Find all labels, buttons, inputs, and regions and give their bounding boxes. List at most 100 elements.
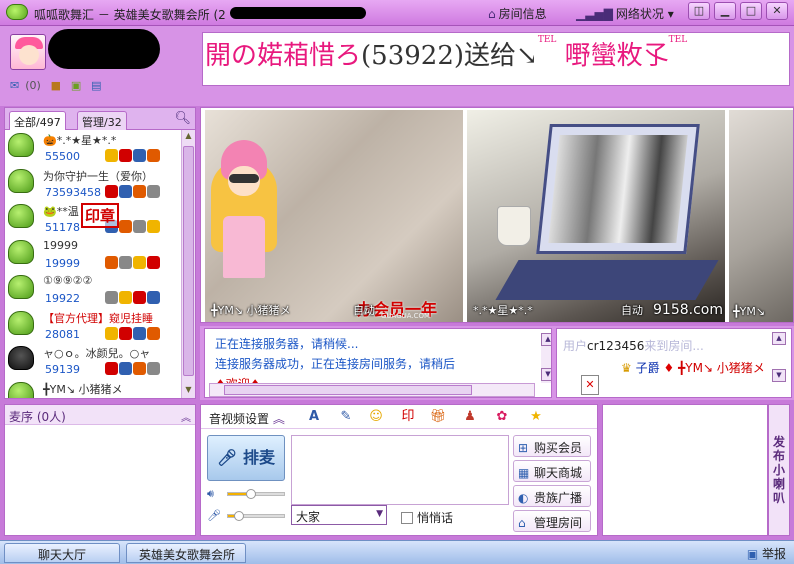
collapse-icon[interactable]: ︽ [181, 409, 191, 424]
video-slot-2[interactable]: *.*★星★*.* 自动 9158.com [467, 110, 725, 322]
mail-icon[interactable]: ✉ [10, 79, 19, 92]
close-button[interactable]: ✕ [766, 2, 788, 20]
scroll-thumb[interactable] [183, 146, 194, 376]
entrant-name[interactable]: ╋YM↘ 小猪猪メ [678, 361, 765, 375]
broken-image-icon: ✕ [581, 375, 599, 395]
manage-room-button[interactable]: ⌂ 管理房间 [513, 510, 591, 532]
buy-membership-button[interactable]: ⊞ 购买会员 [513, 435, 591, 457]
queue-for-mic-button[interactable]: 🎤︎ 排麦 [207, 435, 285, 481]
tab-room[interactable]: 英雄美女歌舞会所 [126, 543, 246, 563]
public-chat[interactable]: 正在连接服务器，请稍候... 连接服务器成功，正在连接房间服务，请稍后 ♦欢迎♦… [204, 328, 552, 398]
user-id: 19999 [45, 256, 80, 270]
scroll-up-icon[interactable]: ▲ [541, 333, 551, 346]
avatar-face [19, 45, 39, 65]
badge-icon [119, 326, 132, 340]
broadcast-icon: ◐ [518, 491, 529, 505]
seal-icon[interactable]: 印 [399, 408, 417, 426]
home-icon: ⌂ [518, 516, 526, 530]
public-chat-hscroll[interactable] [209, 383, 535, 397]
home-icon: ⌂ [488, 7, 496, 21]
av-settings-label: 音视频设置 [209, 412, 270, 426]
flower-icon[interactable]: ✿ [493, 408, 511, 426]
user-name: 19999 [43, 238, 78, 252]
user-id: 28081 [45, 327, 80, 341]
list-item[interactable]: ャ○ｏ。冰颜兒。○ャ 59139 [5, 343, 183, 379]
volume-track[interactable] [227, 489, 285, 499]
chat-input[interactable] [291, 435, 509, 505]
badge-icon [119, 149, 132, 162]
user-name: 【官方代理】窥児挂睡 [43, 311, 153, 325]
speaker-volume[interactable]: 🔊︎ [207, 487, 287, 501]
scroll-up-icon[interactable]: ▲ [183, 131, 194, 143]
list-item[interactable]: 为你守护一生（爱你） 73593458 [5, 166, 183, 202]
user-list-scrollbar[interactable]: ▲ ▼ [181, 130, 195, 398]
video-slot-1[interactable]: 办会员一年 ╋YM↘ 小猪猪メ 自动 GUAGUA.COM [205, 110, 463, 322]
avatar[interactable] [10, 34, 46, 70]
user-header: ✉ (0) ■ ▣ ▤ 開の婼葙惜ろ(53922)送给↘TEL 嘢蠻敉孓TEL [0, 26, 794, 106]
star-icon[interactable]: ★ [527, 408, 545, 426]
header-icon-row: ✉ (0) ■ ▣ ▤ [10, 78, 108, 92]
maximize-button[interactable]: □ [740, 2, 762, 20]
list-item[interactable]: 🎃*.*★星★*.* 55500 [5, 130, 183, 166]
mic-volume-track[interactable] [227, 511, 285, 521]
video-slot-3[interactable]: ╋YM↘ [729, 110, 793, 322]
public-chat-vscroll[interactable]: ▲ ▼ [541, 333, 551, 383]
bag-icon[interactable]: ■ [51, 79, 61, 92]
report-button[interactable]: ▣ 举报 [747, 545, 786, 562]
user-list-tabs: 全部/497 管理/32 🔍︎ [5, 108, 195, 130]
user-badges [105, 184, 161, 198]
emoji-icon[interactable]: ☺ [367, 408, 385, 426]
volume-knob[interactable] [246, 489, 256, 499]
stamp-icon[interactable]: ♟ [461, 408, 479, 426]
hscroll-thumb[interactable] [224, 385, 472, 395]
user-id: 51178 [45, 221, 80, 234]
search-icon[interactable]: 🔍︎ [174, 111, 191, 126]
chat-target-select[interactable]: 大家 ▼ [291, 505, 387, 525]
gift-icon[interactable]: 🎁︎ [429, 408, 447, 426]
mic-queue-header[interactable]: 麦序 (0人) ︽ [5, 405, 195, 425]
list-item[interactable]: ╋YM↘ 小猪猪メ [5, 379, 183, 398]
user-name: 🐸**温 [43, 205, 79, 218]
cat-avatar-icon [8, 346, 34, 370]
list-item[interactable]: 【官方代理】窥児挂睡 28081 [5, 308, 183, 344]
whisper-checkbox[interactable]: 悄悄话 [401, 509, 453, 526]
av-settings-button[interactable]: 音视频设置 ︽ [209, 410, 285, 427]
gift-icon[interactable]: ▣ [71, 79, 81, 92]
badge-icon [133, 220, 146, 233]
font-icon[interactable]: A [305, 408, 323, 426]
list-icon[interactable]: ▤ [91, 79, 101, 92]
msg-user[interactable]: cr123456 [587, 339, 644, 353]
skin-button[interactable]: ◫ [688, 2, 710, 20]
user-name: ャ○ｏ。冰颜兒。○ャ [43, 347, 151, 360]
network-status-button[interactable]: ▁▃▅▇ 网络状况 ▾ [576, 5, 674, 22]
checkbox-icon[interactable] [401, 512, 413, 524]
window-title: 呱呱歌舞汇 － 英雄美女歌舞会所 (2 [34, 8, 226, 22]
private-chat-scroll[interactable]: ▲ ▼ [772, 332, 788, 386]
publish-horn-tab[interactable]: 发布小喇叭 [768, 404, 790, 536]
message-area: 正在连接服务器，请稍候... 连接服务器成功，正在连接房间服务，请稍后 ♦欢迎♦… [200, 326, 794, 400]
minimize-button[interactable]: ▁ [714, 2, 736, 20]
tab-all-users[interactable]: 全部/497 [9, 111, 66, 130]
noble-broadcast-button[interactable]: ◐ 贵族广播 [513, 485, 591, 507]
video-2-status: 自动 [621, 304, 643, 317]
scroll-down-icon[interactable]: ▼ [541, 368, 551, 381]
badge-icon [105, 149, 118, 162]
scroll-down-icon[interactable]: ▼ [772, 369, 786, 382]
room-info-button[interactable]: ⌂ 房间信息 [488, 5, 547, 22]
mic-volume[interactable]: 🎤︎ [207, 509, 287, 523]
tab-managers[interactable]: 管理/32 [77, 111, 127, 130]
tab-chat-hall[interactable]: 聊天大厅 [4, 543, 120, 563]
mic-volume-knob[interactable] [234, 511, 244, 521]
list-item[interactable]: 🐸**温 51178 印章 [5, 201, 183, 237]
list-item[interactable]: 19999 19999 [5, 237, 183, 273]
msg-suffix: 来到房间... [644, 339, 704, 353]
scroll-up-icon[interactable]: ▲ [772, 332, 786, 345]
noble-broadcast-label: 贵族广播 [534, 491, 583, 505]
brush-icon[interactable]: ✎ [337, 408, 355, 426]
scroll-down-icon[interactable]: ▼ [183, 385, 194, 397]
chat-shop-button[interactable]: ▦ 聊天商城 [513, 460, 591, 482]
user-badges [105, 361, 161, 375]
list-item[interactable]: ①⑨⑨②② 19922 [5, 272, 183, 308]
badge-icon [133, 184, 146, 198]
private-chat[interactable]: 用户cr123456来到房间... ✕ ♛ 子爵 ♦ ╋YM↘ 小猪猪メ [556, 328, 792, 398]
